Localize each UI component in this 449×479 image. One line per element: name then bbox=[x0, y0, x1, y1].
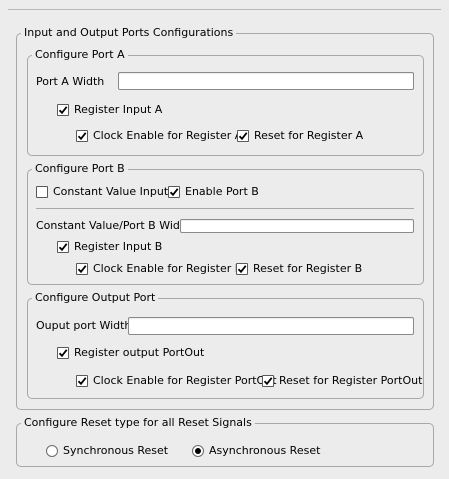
register-input-b-label: Register Input B bbox=[74, 240, 163, 253]
output-port-width-label: Ouput port Width bbox=[36, 319, 132, 332]
clock-enable-portout-checkbox[interactable] bbox=[76, 375, 88, 387]
port-b-width-input[interactable] bbox=[180, 219, 414, 233]
check-icon bbox=[77, 132, 87, 141]
ports-config-legend: Input and Output Ports Configurations bbox=[24, 26, 234, 39]
port-a-legend: Configure Port A bbox=[35, 48, 125, 61]
check-icon bbox=[169, 188, 179, 197]
check-icon bbox=[58, 349, 68, 358]
clock-enable-a-label: Clock Enable for Register A bbox=[93, 129, 243, 142]
output-port-legend: Configure Output Port bbox=[35, 291, 156, 304]
check-icon bbox=[77, 265, 87, 274]
check-icon bbox=[238, 132, 248, 141]
reset-a-label: Reset for Register A bbox=[254, 129, 364, 142]
clock-enable-b-checkbox[interactable] bbox=[76, 263, 88, 275]
register-output-label: Register output PortOut bbox=[74, 346, 205, 359]
synchronous-reset-label: Synchronous Reset bbox=[63, 444, 169, 457]
reset-portout-checkbox[interactable] bbox=[262, 375, 274, 387]
port-a-width-label: Port A Width bbox=[36, 75, 105, 88]
reset-a-checkbox[interactable] bbox=[237, 130, 249, 142]
register-input-b-checkbox[interactable] bbox=[57, 241, 69, 253]
synchronous-reset-radio[interactable] bbox=[46, 445, 58, 457]
reset-b-label: Reset for Register B bbox=[253, 262, 363, 275]
constant-value-input-label: Constant Value Input bbox=[53, 185, 169, 198]
asynchronous-reset-radio[interactable] bbox=[192, 445, 204, 457]
reset-b-checkbox[interactable] bbox=[236, 263, 248, 275]
clock-enable-b-label: Clock Enable for Register B bbox=[93, 262, 243, 275]
constant-value-input-checkbox[interactable] bbox=[36, 186, 48, 198]
clock-enable-a-checkbox[interactable] bbox=[76, 130, 88, 142]
port-b-width-label: Constant Value/Port B Width bbox=[36, 219, 192, 232]
output-port-width-input[interactable] bbox=[128, 317, 414, 335]
register-input-a-checkbox[interactable] bbox=[57, 104, 69, 116]
register-output-checkbox[interactable] bbox=[57, 347, 69, 359]
reset-portout-label: Reset for Register PortOut bbox=[279, 374, 423, 387]
top-divider bbox=[8, 9, 441, 10]
reset-type-group: Configure Reset type for all Reset Signa… bbox=[16, 417, 434, 467]
port-a-width-input[interactable] bbox=[118, 72, 414, 90]
reset-type-legend: Configure Reset type for all Reset Signa… bbox=[24, 416, 252, 429]
port-b-separator bbox=[36, 208, 414, 209]
check-icon bbox=[58, 106, 68, 115]
asynchronous-reset-label: Asynchronous Reset bbox=[209, 444, 321, 457]
check-icon bbox=[237, 265, 247, 274]
check-icon bbox=[77, 377, 87, 386]
radio-dot-icon bbox=[195, 448, 201, 454]
register-input-a-label: Register Input A bbox=[74, 103, 163, 116]
check-icon bbox=[263, 377, 273, 386]
enable-port-b-label: Enable Port B bbox=[185, 185, 259, 198]
enable-port-b-checkbox[interactable] bbox=[168, 186, 180, 198]
port-b-legend: Configure Port B bbox=[35, 162, 125, 175]
clock-enable-portout-label: Clock Enable for Register PortOut bbox=[93, 374, 277, 387]
check-icon bbox=[58, 243, 68, 252]
